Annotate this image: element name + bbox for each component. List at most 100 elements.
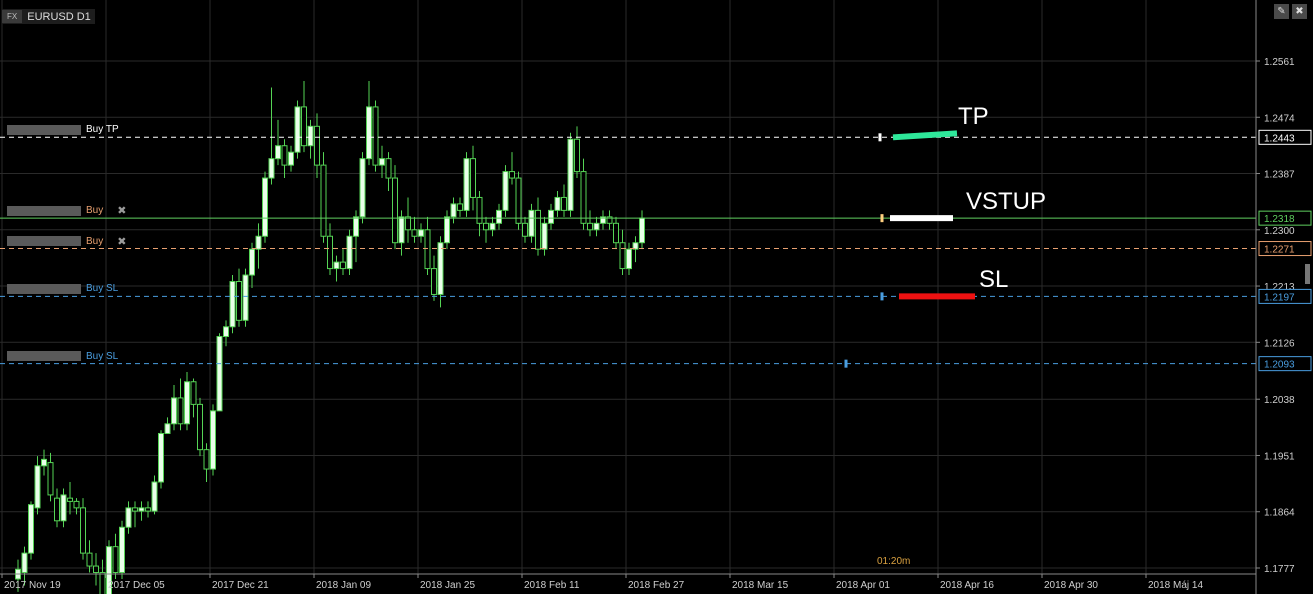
time-tick-label: 2017 Dec 05 — [108, 580, 165, 591]
candle-body — [301, 106, 307, 147]
candle-body — [626, 248, 632, 270]
time-tick-label: 2018 Apr 01 — [836, 580, 890, 591]
candle-body — [470, 158, 476, 198]
price-tick-label: 1.2561 — [1264, 57, 1295, 68]
order-label-text: Buy SL — [86, 350, 119, 362]
annotation-tp: TP — [958, 103, 989, 131]
candle-body — [281, 145, 288, 166]
candle-body — [294, 106, 301, 153]
price-axis-scrollbar[interactable] — [1305, 264, 1310, 284]
close-order-icon[interactable]: ✖ — [117, 235, 126, 248]
close-order-icon[interactable]: ✖ — [117, 204, 126, 217]
order-buy-sl-1[interactable]: Buy SL — [7, 283, 118, 294]
close-icon: ✖ — [1295, 6, 1304, 17]
order-buy-1[interactable]: Buy ✖ — [7, 204, 126, 217]
candle-body — [216, 335, 223, 412]
candle-body — [80, 507, 86, 554]
price-tick-label: 1.2126 — [1264, 338, 1295, 349]
candle-body — [353, 216, 359, 237]
candle-body — [548, 209, 554, 224]
candle-body — [47, 462, 54, 496]
candle-body — [21, 552, 28, 574]
candle-body — [190, 381, 197, 405]
candle-body — [242, 274, 249, 321]
candle-body — [197, 403, 203, 451]
candle-body — [99, 572, 106, 594]
candle-body — [411, 229, 418, 237]
order-buy-2[interactable]: Buy ✖ — [7, 235, 126, 248]
price-chart[interactable]: 1.25611.24741.23871.23001.22131.21261.20… — [0, 0, 1313, 594]
order-label-text: Buy TP — [86, 124, 119, 136]
close-button[interactable]: ✖ — [1292, 4, 1307, 19]
candle-body — [177, 397, 184, 425]
candle-body — [476, 196, 483, 224]
candle-body — [327, 235, 333, 270]
candle-body — [613, 222, 619, 244]
time-tick-label: 2018 Máj 14 — [1148, 580, 1203, 591]
candle-body — [314, 125, 320, 166]
order-label-bar — [7, 205, 81, 216]
candle-body — [60, 494, 67, 522]
candle-body — [528, 209, 535, 237]
price-tick-label: 1.2038 — [1264, 395, 1295, 406]
candle-body — [223, 326, 229, 337]
candle-body — [639, 217, 645, 244]
bar-timer: 01:20m — [877, 556, 911, 567]
symbol-tag[interactable]: FX EURUSD D1 — [2, 9, 95, 24]
order-label-text: Buy SL — [86, 283, 119, 295]
candle-body — [535, 209, 541, 250]
candle-body — [457, 203, 463, 211]
candle-body — [333, 261, 340, 270]
candle-body — [54, 497, 60, 522]
order-buy-sl-2[interactable]: Buy SL — [7, 351, 118, 362]
candle-body — [424, 229, 431, 270]
edit-button[interactable]: ✎ — [1274, 4, 1289, 19]
price-tick-label: 1.1951 — [1264, 451, 1295, 462]
candle-body — [249, 248, 255, 276]
order-marker — [878, 133, 882, 142]
candle-body — [574, 138, 580, 173]
order-marker — [880, 292, 884, 301]
candle-body — [41, 458, 47, 467]
candle-body — [184, 381, 190, 425]
candle-body — [405, 216, 411, 231]
candle-body — [340, 261, 346, 270]
fx-badge: FX — [2, 10, 23, 23]
order-label-bar — [7, 124, 81, 135]
candle-body — [288, 151, 294, 166]
candle-body — [119, 526, 125, 574]
candle-body — [496, 209, 502, 224]
order-label-bar — [7, 236, 81, 247]
candle-body — [366, 106, 372, 160]
candle-body — [268, 158, 275, 179]
candle-body — [262, 177, 268, 237]
candle-body — [418, 229, 424, 237]
order-label-bar — [7, 351, 81, 362]
candle-body — [502, 171, 509, 211]
candle-body — [255, 235, 262, 250]
symbol-title: EURUSD D1 — [27, 10, 91, 23]
price-badge-tp: 1.2443 — [1264, 133, 1295, 144]
candle-body — [541, 222, 548, 250]
order-buy-tp[interactable]: Buy TP — [7, 124, 119, 135]
candle-body — [73, 500, 80, 509]
price-tick-label: 1.1864 — [1264, 508, 1295, 519]
annotation-sl: SL — [979, 266, 1009, 294]
candle-body — [171, 397, 177, 425]
candle-body — [392, 177, 398, 244]
candle-body — [229, 281, 236, 328]
candle-body — [158, 432, 164, 483]
candle-body — [379, 158, 385, 166]
candle-body — [138, 507, 145, 512]
candle-body — [587, 222, 593, 231]
candle-body — [431, 268, 437, 295]
candle-body — [444, 216, 450, 244]
candle-body — [210, 410, 216, 470]
candle-body — [509, 171, 515, 179]
candle-body — [93, 565, 99, 574]
price-badge-current: 1.2318 — [1264, 214, 1295, 225]
price-tick-label: 1.1777 — [1264, 564, 1295, 575]
time-tick-label: 2018 Jan 25 — [420, 580, 475, 591]
annotation-marks — [844, 130, 975, 368]
annotation-tp-bar — [892, 130, 958, 141]
